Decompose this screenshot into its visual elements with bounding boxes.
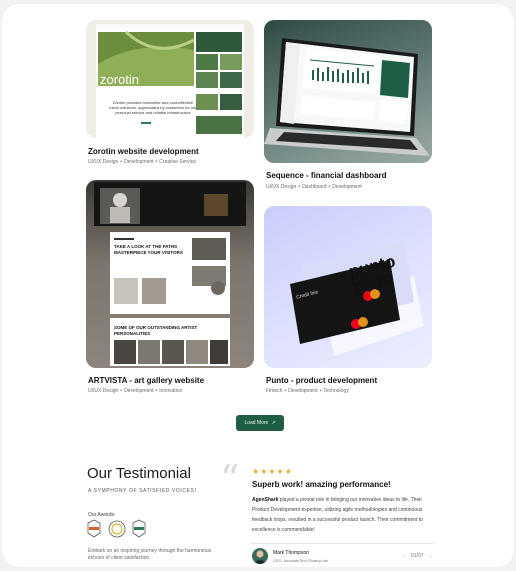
review-title: Superb work! amazing performance! <box>252 480 391 489</box>
project-image-punto[interactable]: punto pago Credit line <box>264 206 432 368</box>
project-tags: UI/UX Design • Development • Creative Servic… <box>88 159 196 165</box>
arrow-up-right-icon: ↗ <box>271 420 276 426</box>
testimonial-subheading: A SYMPHONY OF SATISFIED VOICES! <box>88 488 197 494</box>
tag: Development <box>124 159 154 165</box>
punto-cards-preview <box>290 242 424 356</box>
tag: UI/UX Design <box>88 159 119 165</box>
reviewer-name: Mark Thompson <box>273 550 310 556</box>
artvista-screen-heading-2: SOME OF OUR OUTSTANDING ARTIST PERSONALI… <box>114 325 198 336</box>
project-tags: UI/UX Design • Dashboard • Development <box>266 184 362 190</box>
tag: Innovation <box>159 388 183 394</box>
award-badge-icon <box>87 519 101 538</box>
load-more-button[interactable]: Load More ↗ <box>236 415 284 431</box>
project-title[interactable]: ARTVISTA - art gallery website <box>88 376 204 385</box>
tag: Development <box>124 388 154 394</box>
award-badge-icon <box>108 520 126 538</box>
tag: Development <box>332 184 362 190</box>
project-image-sequence[interactable] <box>264 20 432 163</box>
avatar <box>252 548 268 564</box>
review-text: AgenShark played a pivotal role in bring… <box>252 495 434 535</box>
project-tags: Fintech • Development • Technology <box>266 388 349 394</box>
tag: Dashboard <box>302 184 327 190</box>
project-image-zorotin[interactable]: zorotin Zorotin provides innovative and … <box>86 20 254 138</box>
awards-badges <box>87 519 146 538</box>
arrow-right-icon[interactable]: → <box>428 553 433 559</box>
award-badge-icon <box>132 519 146 538</box>
pager-count: 01/07 <box>411 553 424 559</box>
awards-label: Our Awards: <box>88 512 116 518</box>
zorotin-brand: zorotin <box>100 72 140 87</box>
artvista-preview <box>94 182 246 366</box>
reviewer-role: CEO, InnovateTech Startup Inc. <box>273 558 330 563</box>
project-tags: UI/UX Design • Development • Innovation <box>88 388 183 394</box>
tag: Development <box>288 388 318 394</box>
project-image-artvista[interactable]: TAKE A LOOK AT THE PATHS MASTERPIECE YOU… <box>86 180 254 368</box>
page: zorotin Zorotin provides innovative and … <box>2 4 514 567</box>
divider <box>250 543 434 544</box>
rating-stars-icon: ★★★★★ <box>252 467 293 476</box>
arrow-left-icon[interactable]: ← <box>402 553 407 559</box>
testimonial-heading: Our Testimonial <box>87 465 191 482</box>
project-title[interactable]: Zorotin website development <box>88 147 199 156</box>
artvista-screen-heading: TAKE A LOOK AT THE PATHS MASTERPIECE YOU… <box>114 244 183 255</box>
tag: UI/UX Design <box>88 388 119 394</box>
testimonial-pager: ← 01/07 → <box>402 553 433 559</box>
laptop-dashboard-preview <box>264 38 430 156</box>
project-title[interactable]: Punto - product development <box>266 376 377 385</box>
tag: Technology <box>323 388 349 394</box>
review-company: AgenShark <box>252 497 279 503</box>
tag: Creative Service <box>159 159 196 165</box>
review-body-text: played a pivotal role in bringing our in… <box>252 497 423 533</box>
project-title[interactable]: Sequence - financial dashboard <box>266 171 386 180</box>
testimonial-tagline: Embark on an inspiring journey through t… <box>88 548 212 561</box>
zorotin-screen-text: Zorotin provides innovative and cost-eff… <box>109 100 197 115</box>
tag: Fintech <box>266 388 283 394</box>
tag: UI/UX Design <box>266 184 297 190</box>
load-more-label: Load More <box>244 420 269 426</box>
quote-icon: “ <box>220 457 240 501</box>
